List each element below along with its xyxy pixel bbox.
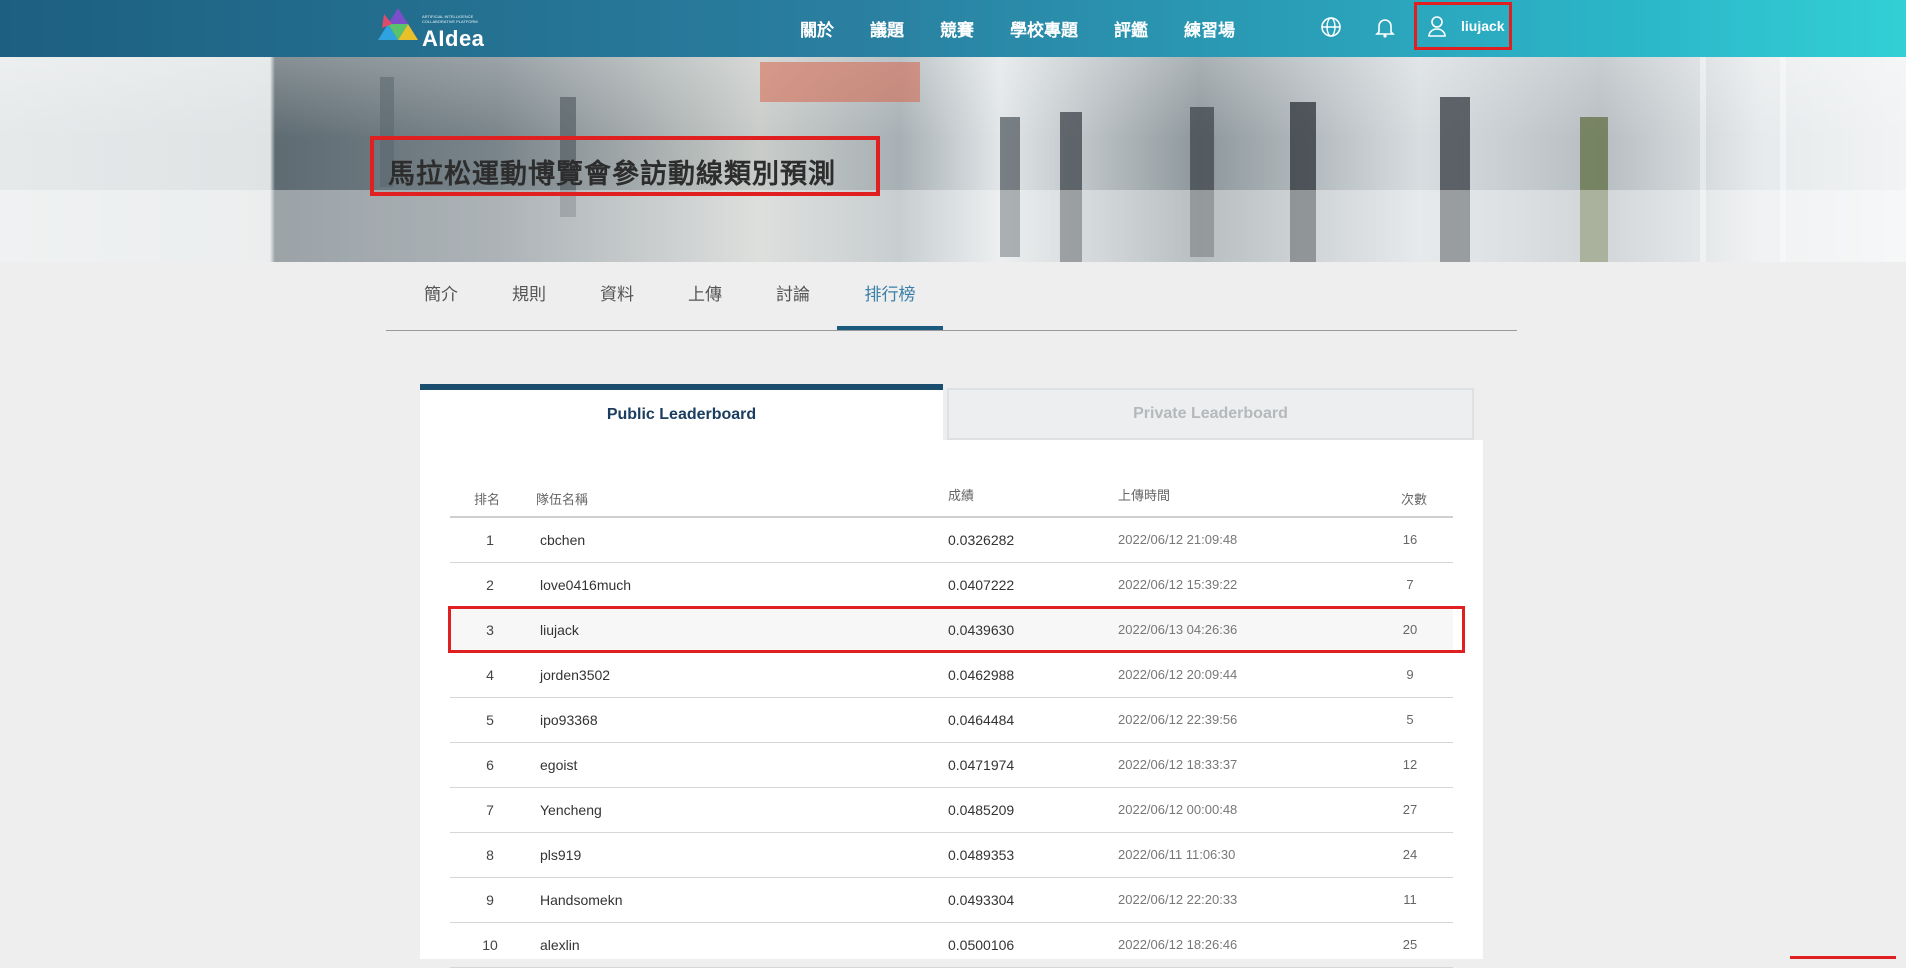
rank-cell: 1 [486,532,494,548]
nav-item-school-projects[interactable]: 學校專題 [1010,16,1078,41]
bell-icon[interactable] [1372,14,1398,40]
nav-item-practice[interactable]: 練習場 [1184,16,1235,41]
table-row[interactable]: 1 cbchen 0.0326282 2022/06/12 21:09:48 16 [450,518,1453,563]
top-navbar: ARTIFICIAL INTELLIGENCE COLLABORATIVE PL… [0,0,1906,57]
submission-count-cell: 12 [1402,757,1418,772]
upload-time-cell: 2022/06/12 21:09:48 [1118,532,1238,547]
submission-count-cell: 5 [1406,712,1414,727]
upload-time-cell: 2022/06/12 15:39:22 [1118,577,1238,592]
globe-icon[interactable] [1318,14,1344,40]
nav-item-competitions[interactable]: 競賽 [940,16,974,41]
competition-tabs: 簡介 規則 資料 上傳 討論 排行榜 [386,262,1517,331]
hero-banner [0,57,1906,262]
submission-count-cell: 16 [1402,532,1418,547]
username-label: liujack [1461,18,1505,34]
table-row[interactable]: 8 pls919 0.0489353 2022/06/11 11:06:30 24 [450,833,1453,878]
table-row[interactable]: 5 ipo93368 0.0464484 2022/06/12 22:39:56 5 [450,698,1453,743]
nav-item-topics[interactable]: 議題 [870,16,904,41]
tab-leaderboard[interactable]: 排行榜 [837,262,943,330]
current-user-row-highlight [448,606,1465,653]
score-cell: 0.0326282 [948,532,1015,548]
upload-time-cell: 2022/06/12 18:26:46 [1118,937,1238,952]
submission-count-cell: 9 [1406,667,1414,682]
hero-title-strip [0,190,1906,262]
user-icon [1428,16,1446,37]
submission-count-cell: 25 [1402,937,1418,952]
score-cell: 0.0471974 [948,757,1015,773]
rank-cell: 9 [486,892,494,908]
leaderboard-table: 排名 隊伍名稱 成績 上傳時間 次數 1 cbchen 0.0326282 2022/… [450,440,1453,968]
upload-time-cell: 2022/06/12 20:09:44 [1118,667,1238,682]
upload-time-cell: 2022/06/11 11:06:30 [1118,847,1236,862]
leaderboard-card: 排名 隊伍名稱 成績 上傳時間 次數 1 cbchen 0.0326282 2022/… [420,440,1483,968]
team-name-cell: Handsomekn [540,892,623,908]
team-name-cell: jorden3502 [540,667,611,683]
tab-private-leaderboard[interactable]: Private Leaderboard [947,388,1474,440]
col-count-header: 次數 [1401,492,1428,507]
rank-cell: 4 [486,667,494,683]
logo-tagline: COLLABORATIVE PLATFORM [422,19,478,24]
table-header: 排名 隊伍名稱 成績 上傳時間 次數 [450,440,1453,518]
table-body: 1 cbchen 0.0326282 2022/06/12 21:09:48 16 2 lo… [450,518,1453,968]
nav-item-evaluation[interactable]: 評鑑 [1114,16,1148,41]
submission-count-cell: 7 [1406,577,1414,592]
table-row[interactable]: 7 Yencheng 0.0485209 2022/06/12 00:00:48 27 [450,788,1453,833]
col-rank-header: 排名 [474,492,501,507]
rank-cell: 10 [482,937,498,953]
submission-count-cell: 24 [1402,847,1418,862]
col-team-header: 隊伍名稱 [536,492,589,507]
table-row[interactable]: 2 love0416much 0.0407222 2022/06/12 15:39:2… [450,563,1453,608]
main-nav: 關於 議題 競賽 學校專題 評鑑 練習場 [800,0,1271,57]
table-row[interactable]: 10 alexlin 0.0500106 2022/06/12 18:26:46 25 [450,923,1453,968]
team-name-cell: ipo93368 [540,712,598,728]
score-cell: 0.0489353 [948,847,1015,863]
logo-text: AIdea [422,26,485,51]
score-cell: 0.0464484 [948,712,1015,728]
upload-time-cell: 2022/06/12 22:39:56 [1118,712,1238,727]
rank-cell: 8 [486,847,494,863]
user-menu-button[interactable]: liujack [1414,2,1512,50]
upload-time-cell: 2022/06/12 22:20:33 [1118,892,1238,907]
score-cell: 0.0407222 [948,577,1015,593]
rank-cell: 6 [486,757,494,773]
team-name-cell: cbchen [540,532,586,548]
logo-mark-icon [378,8,418,40]
table-row[interactable]: 6 egoist 0.0471974 2022/06/12 18:33:37 12 [450,743,1453,788]
rank-cell: 7 [486,802,494,818]
aidea-logo[interactable]: ARTIFICIAL INTELLIGENCE COLLABORATIVE PL… [378,6,493,51]
col-time-header: 上傳時間 [1118,488,1171,503]
tab-discussion[interactable]: 討論 [738,262,848,328]
submission-count-cell: 11 [1403,892,1417,907]
submission-count-cell: 27 [1402,802,1418,817]
team-name-cell: love0416much [540,577,632,593]
score-cell: 0.0493304 [948,892,1015,908]
table-row[interactable]: 4 jorden3502 0.0462988 2022/06/12 20:09:44 9 [450,653,1453,698]
score-cell: 0.0500106 [948,937,1015,953]
team-name-cell: egoist [540,757,578,773]
nav-item-about[interactable]: 關於 [800,16,834,41]
table-row[interactable]: 9 Handsomekn 0.0493304 2022/06/12 22:20:33 1… [450,878,1453,923]
page-title: 馬拉松運動博覽會參訪動線類別預測 [388,159,836,190]
score-cell: 0.0462988 [948,667,1015,683]
col-score-header: 成績 [948,488,975,503]
team-name-cell: pls919 [540,847,582,863]
tab-public-leaderboard[interactable]: Public Leaderboard [420,384,943,440]
upload-time-cell: 2022/06/12 18:33:37 [1118,757,1238,772]
score-cell: 0.0485209 [948,802,1015,818]
rank-cell: 2 [486,577,494,593]
team-name-cell: alexlin [540,937,580,953]
team-name-cell: Yencheng [540,802,602,818]
rank-cell: 5 [486,712,494,728]
upload-time-cell: 2022/06/12 00:00:48 [1118,802,1238,817]
